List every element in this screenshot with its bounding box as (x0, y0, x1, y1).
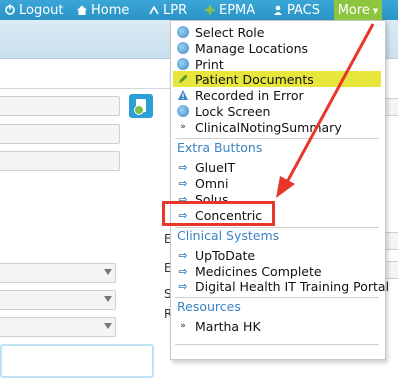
menu-item-recorded-in-error[interactable]: Recorded in Error (173, 87, 381, 103)
menu-item-label: Medicines Complete (195, 263, 322, 279)
menu-item-print[interactable]: Print (173, 56, 381, 72)
menu-item-label: Digital Health IT Training Portal (195, 278, 390, 294)
menu-item-lock-screen[interactable]: Lock Screen (173, 103, 381, 119)
menu-item-label: ClinicalNotingSummary (195, 119, 342, 135)
menu-item-glueit[interactable]: ⇨ GlueIT (173, 159, 381, 175)
divider (0, 88, 170, 89)
select-field[interactable] (0, 317, 116, 337)
menu-separator (175, 138, 379, 139)
more-dropdown-menu: Select Role Manage Locations Print Patie… (170, 20, 389, 360)
chevron-down-icon (104, 323, 112, 329)
more-label: More (337, 2, 370, 18)
lpr-link[interactable]: LPR (148, 2, 187, 18)
bullet-icon: » (180, 121, 186, 132)
chevron-down-icon (104, 269, 112, 275)
menu-item-manage-locations[interactable]: Manage Locations (173, 40, 381, 56)
form-field[interactable] (384, 232, 398, 250)
pacs-icon (272, 4, 284, 16)
menu-separator (175, 344, 379, 345)
epma-label: EPMA (219, 2, 256, 18)
home-link[interactable]: Home (76, 2, 129, 18)
menu-item-label: Manage Locations (195, 40, 309, 56)
add-document-button[interactable] (129, 94, 153, 118)
menu-item-martha-hk[interactable]: » Martha HK (173, 318, 381, 334)
menu-item-clinical-noting-summary[interactable]: » ClinicalNotingSummary (173, 119, 381, 135)
form-field[interactable] (0, 124, 120, 144)
form-field[interactable] (384, 261, 398, 279)
home-icon (76, 4, 88, 16)
menu-item-label: Patient Documents (195, 71, 314, 87)
menu-item-omni[interactable]: ⇨ Omni (173, 175, 381, 191)
menu-separator (175, 297, 379, 298)
menu-item-label: Omni (195, 175, 229, 191)
form-field[interactable] (384, 98, 398, 116)
logout-label: Logout (19, 2, 64, 18)
select-field[interactable] (0, 263, 116, 283)
bullet-icon: » (180, 320, 186, 331)
link-icon: ⇨ (178, 279, 188, 293)
logout-link[interactable]: Logout (4, 2, 64, 18)
select-field[interactable] (0, 290, 116, 310)
annotation-highlight-box (162, 201, 275, 226)
form-field[interactable] (0, 96, 120, 116)
lpr-label: LPR (163, 2, 188, 18)
plus-icon (134, 105, 144, 115)
role-icon (177, 26, 189, 38)
link-icon: ⇨ (178, 264, 188, 278)
pacs-label: PACS (287, 2, 321, 18)
warning-icon (177, 89, 189, 101)
pencil-icon (177, 73, 189, 85)
section-title-resources: Resources (177, 299, 241, 314)
pacs-link[interactable]: PACS (272, 2, 320, 18)
menu-item-label: Lock Screen (195, 103, 271, 119)
menu-item-label: Print (195, 56, 224, 72)
menu-item-medicines-complete[interactable]: ⇨ Medicines Complete (173, 263, 381, 279)
menu-item-digital-health-training[interactable]: ⇨ Digital Health IT Training Portal (173, 278, 389, 294)
menu-item-select-role[interactable]: Select Role (173, 24, 381, 40)
menu-item-label: Select Role (195, 24, 265, 40)
section-title-extra-buttons: Extra Buttons (177, 140, 263, 155)
locations-icon (177, 42, 189, 54)
print-icon (177, 58, 189, 70)
form-field[interactable] (0, 151, 120, 171)
link-icon: ⇨ (178, 160, 188, 174)
plus-icon (204, 4, 216, 16)
menu-item-uptodate[interactable]: ⇨ UpToDate (173, 247, 381, 263)
menu-item-label: Martha HK (195, 318, 261, 334)
link-icon: ⇨ (178, 248, 188, 262)
caret-down-icon: ▼ (372, 7, 379, 15)
chevron-down-icon (104, 296, 112, 302)
menu-item-label: GlueIT (195, 159, 236, 175)
menu-item-label: Recorded in Error (195, 87, 304, 103)
more-menu-button[interactable]: More ▼ (334, 0, 382, 20)
panel (0, 344, 154, 378)
home-label: Home (91, 2, 130, 18)
lock-icon (177, 105, 189, 117)
link-icon: ⇨ (178, 176, 188, 190)
lpr-icon (148, 4, 160, 16)
menu-item-label: UpToDate (195, 247, 256, 263)
menu-item-patient-documents[interactable]: Patient Documents (173, 71, 381, 87)
logout-icon (4, 4, 16, 16)
epma-link[interactable]: EPMA (204, 2, 255, 18)
section-title-clinical-systems: Clinical Systems (177, 228, 280, 243)
